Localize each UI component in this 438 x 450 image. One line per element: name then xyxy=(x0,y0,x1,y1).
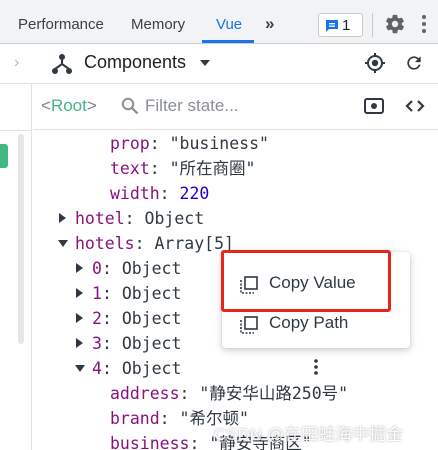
property-value: Object xyxy=(121,309,182,328)
tree-row[interactable]: width: 220 xyxy=(110,181,209,206)
property-key: 3 xyxy=(92,334,102,353)
tag-close-bracket: > xyxy=(86,96,97,115)
select-component-target-icon[interactable] xyxy=(364,52,386,74)
component-tree-icon xyxy=(52,54,72,74)
tree-row[interactable]: prop: "business" xyxy=(110,131,269,156)
tree-row[interactable]: address: "静安华山路250号" xyxy=(110,381,348,406)
inspect-dom-icon[interactable] xyxy=(364,97,384,115)
property-key: address xyxy=(110,384,180,403)
tag-open-bracket: < xyxy=(41,96,51,115)
refresh-icon[interactable] xyxy=(404,52,424,74)
expand-arrow-icon[interactable] xyxy=(76,313,83,323)
property-key: 4 xyxy=(92,359,102,378)
component-name: Root xyxy=(50,96,87,115)
selected-component-marker[interactable] xyxy=(0,144,8,168)
tree-row[interactable]: 3: Object xyxy=(76,331,181,356)
watermark: CSDN @在田蛙海中掘金 xyxy=(214,425,404,444)
collapse-arrow-icon[interactable] xyxy=(75,365,85,372)
components-toolbar: › Components xyxy=(0,44,438,84)
tree-row[interactable]: 2: Object xyxy=(76,306,181,331)
row-actions-icon[interactable] xyxy=(313,357,319,377)
expand-arrow-icon[interactable] xyxy=(76,288,83,298)
tree-row[interactable]: hotel: Object xyxy=(59,206,204,231)
annotation-highlight-box xyxy=(221,250,391,312)
more-tabs-button[interactable]: » xyxy=(265,14,275,34)
toolbar-divider xyxy=(372,13,373,37)
state-header: <Root> xyxy=(33,84,438,130)
property-key: text xyxy=(110,159,150,178)
property-key: 2 xyxy=(92,309,102,328)
filter-state-input[interactable] xyxy=(145,92,345,120)
devtools-tab-bar: Performance Memory Vue » 1 xyxy=(0,0,438,44)
issues-button[interactable]: 1 xyxy=(318,13,363,37)
property-key: business xyxy=(110,434,190,450)
property-key: 1 xyxy=(92,284,102,303)
property-key: brand xyxy=(110,409,160,428)
components-dropdown-label[interactable]: Components xyxy=(84,52,186,73)
property-value: 220 xyxy=(179,184,210,203)
collapse-arrow-icon[interactable] xyxy=(58,240,68,247)
issues-count: 1 xyxy=(342,17,351,34)
selected-component-name: <Root> xyxy=(41,96,97,116)
property-value: Object xyxy=(121,359,182,378)
chevron-down-icon[interactable] xyxy=(200,60,210,66)
chevron-right-icon[interactable]: › xyxy=(14,54,19,72)
menu-item-label: Copy Path xyxy=(269,313,349,332)
pane-divider xyxy=(0,130,32,131)
property-key: width xyxy=(110,184,160,203)
tree-row[interactable]: 0: Object xyxy=(76,256,181,281)
tab-performance[interactable]: Performance xyxy=(18,0,104,43)
tree-row[interactable]: hotels: Array[5] xyxy=(58,231,234,256)
tree-row[interactable]: 4: Object xyxy=(75,356,181,381)
copy-icon xyxy=(240,316,258,334)
property-key: prop xyxy=(110,134,150,153)
property-key: hotels xyxy=(75,234,135,253)
property-value: "静安华山路250号" xyxy=(199,384,349,403)
expand-arrow-icon[interactable] xyxy=(59,213,66,223)
property-key: 0 xyxy=(92,259,102,278)
property-key: hotel xyxy=(75,209,125,228)
scrollbar[interactable] xyxy=(18,134,24,344)
property-value: "所在商圈" xyxy=(169,159,256,178)
search-icon xyxy=(121,97,139,115)
expand-arrow-icon[interactable] xyxy=(76,263,83,273)
expand-arrow-icon[interactable] xyxy=(76,338,83,348)
property-value: Object xyxy=(121,259,182,278)
tree-row[interactable]: text: "所在商圈" xyxy=(110,156,256,181)
component-tree-pane xyxy=(0,84,32,450)
property-value: Object xyxy=(121,334,182,353)
message-icon xyxy=(326,20,338,32)
property-value: Object xyxy=(144,209,205,228)
code-icon[interactable] xyxy=(405,97,425,115)
more-options-icon[interactable] xyxy=(420,13,428,35)
property-value: Object xyxy=(121,284,182,303)
tab-vue[interactable]: Vue xyxy=(216,0,242,43)
property-value: "business" xyxy=(169,134,269,153)
active-tab-indicator xyxy=(202,40,254,43)
tree-row[interactable]: 1: Object xyxy=(76,281,181,306)
tab-memory[interactable]: Memory xyxy=(131,0,185,43)
gear-icon[interactable] xyxy=(384,13,406,35)
